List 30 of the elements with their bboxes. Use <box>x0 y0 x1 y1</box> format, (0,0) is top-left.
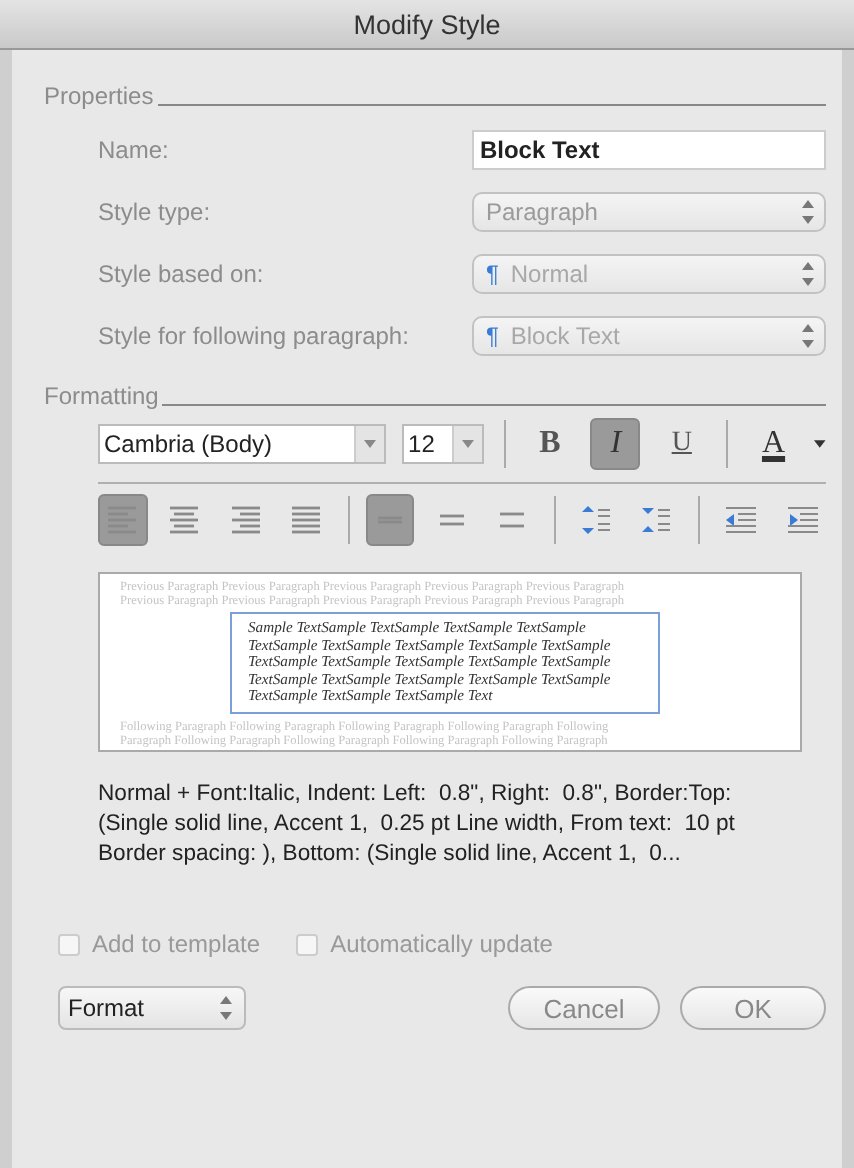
field-label: Style type: <box>98 197 213 225</box>
field-label: Style for following paragraph: <box>98 321 411 349</box>
field-label: Style based on: <box>98 259 266 287</box>
field-label: Name: <box>98 135 171 163</box>
single-icon[interactable] <box>365 494 415 546</box>
checkbox-label: Automatically update <box>330 930 553 958</box>
format-button[interactable]: I <box>590 418 641 470</box>
style-description: Normal + Font:Italic, Indent: Left: 0.8", Right: 0.8", Border:Top: (Single solid line, Accent 1, 0.25 pt Line width, From text: 10 pt Border spacing: ), Bottom: (Single solid line, Accent 1, 0... <box>98 780 737 870</box>
stepper-icon <box>798 197 818 225</box>
format-button[interactable]: U <box>656 418 707 470</box>
pilcrow-icon: ¶ <box>485 259 499 287</box>
ok-button[interactable]: OK <box>680 986 826 1030</box>
format-button[interactable]: A <box>748 418 799 470</box>
format-button[interactable]: B <box>524 418 575 470</box>
name-field[interactable]: Block Text <box>471 129 826 169</box>
format-menu[interactable]: Format <box>58 986 246 1030</box>
window-title: Modify Style <box>0 0 854 50</box>
stepper-icon <box>798 321 818 349</box>
cancel-button[interactable]: Cancel <box>508 986 660 1030</box>
stepper-icon <box>216 994 236 1022</box>
size-field[interactable]: 12 <box>402 424 483 464</box>
section-legend: Properties <box>44 82 154 110</box>
checkbox-label: Add to template <box>92 930 261 958</box>
caret-icon <box>364 440 377 448</box>
pilcrow-icon: ¶ <box>485 321 499 349</box>
caret-icon <box>461 440 473 448</box>
section-legend: Formatting <box>44 382 159 410</box>
stepper-icon <box>798 259 818 287</box>
caret-icon[interactable] <box>814 438 826 450</box>
font-field[interactable]: Cambria (Body) <box>98 424 387 464</box>
